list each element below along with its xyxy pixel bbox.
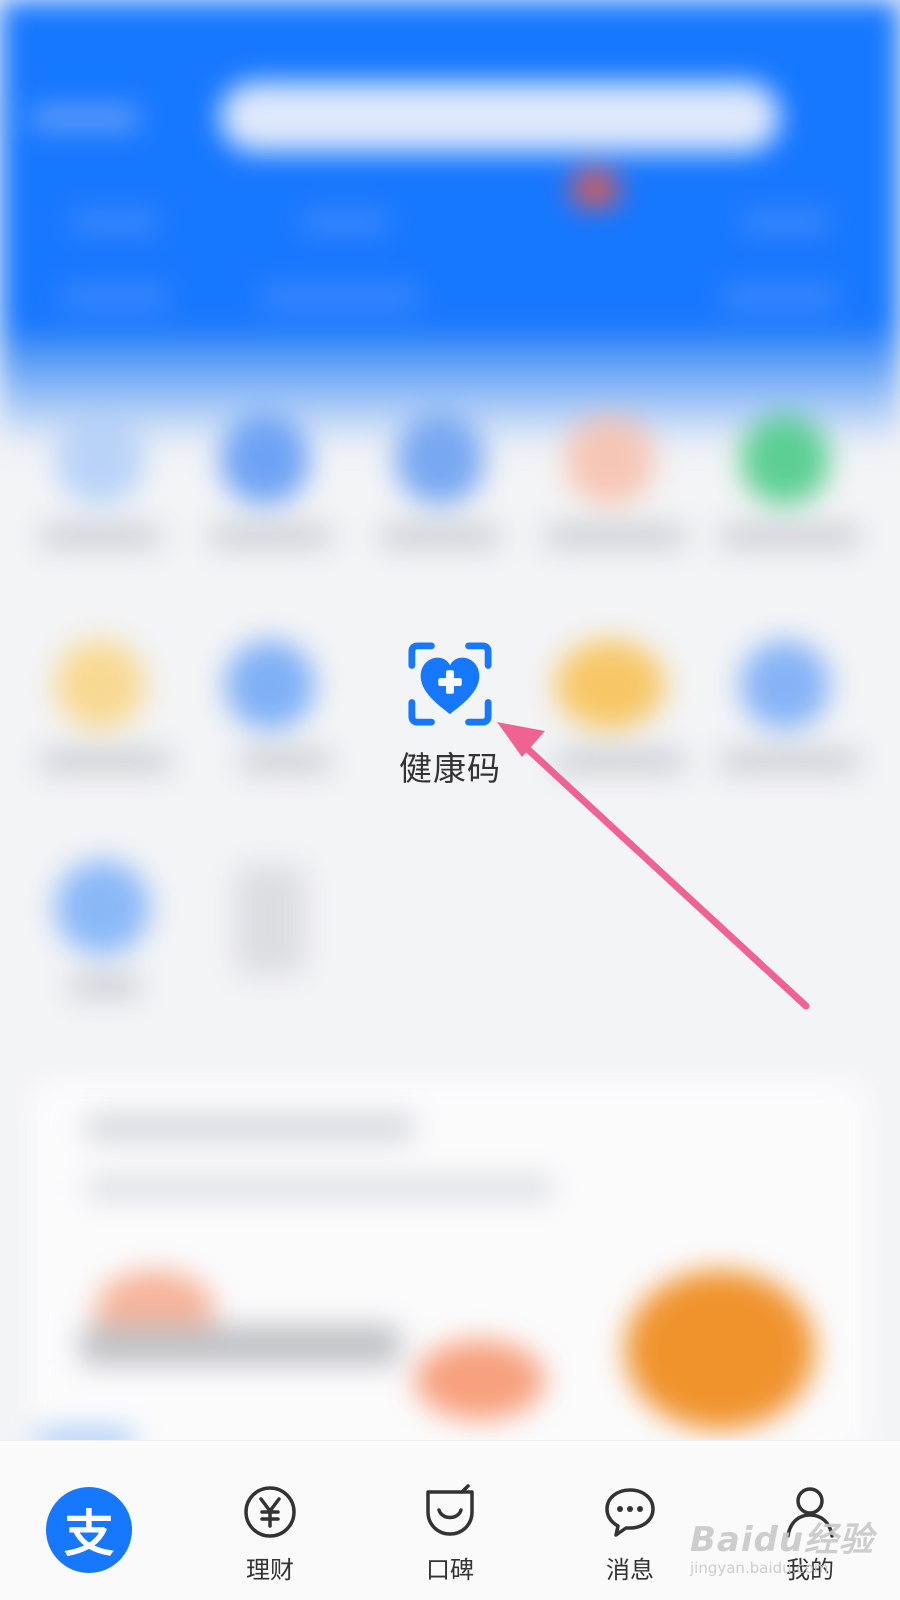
alipay-logo-icon: 支 [64,1505,114,1563]
tab-koubei[interactable]: 口碑 [390,1482,510,1600]
tab-mine[interactable]: 我的 [750,1482,870,1600]
blurred-more-icon [235,865,305,975]
blurred-app-icon [565,415,655,505]
chat-bubble-icon [600,1482,660,1542]
blurred-app-icon [740,640,830,730]
tab-messages[interactable]: 消息 [570,1482,690,1600]
health-code-app[interactable]: 健康码 [380,640,520,790]
tab-koubei-label: 口碑 [426,1556,474,1584]
blurred-background [0,0,900,1600]
health-code-label: 健康码 [399,749,501,788]
health-code-icon [408,642,492,726]
tab-mine-label: 我的 [786,1556,834,1584]
blurred-search-bar [220,82,780,152]
blurred-app-icon [395,415,485,505]
alipay-home-screen: 健康码 支 理财 口碑 消息 我的 Baidu经验 jingyan.baidu.… [0,0,900,1600]
blurred-app-icon [555,640,665,730]
blurred-app-icon [225,640,315,730]
blurred-app-icon [740,415,830,505]
blurred-promo-image [625,1270,815,1430]
blurred-app-icon [220,415,310,505]
person-icon [780,1482,840,1542]
koubei-icon [420,1482,480,1542]
blurred-location [30,105,140,131]
blurred-app-icon [55,415,145,505]
tab-messages-label: 消息 [606,1556,654,1584]
blurred-app-icon [55,860,150,955]
tab-wealth-label: 理财 [246,1556,294,1584]
blurred-app-icon [55,640,145,730]
tab-home[interactable]: 支 [46,1487,132,1573]
yen-circle-icon [240,1482,300,1542]
blurred-header [0,0,900,370]
tab-wealth[interactable]: 理财 [210,1482,330,1600]
blurred-badge [570,170,620,208]
